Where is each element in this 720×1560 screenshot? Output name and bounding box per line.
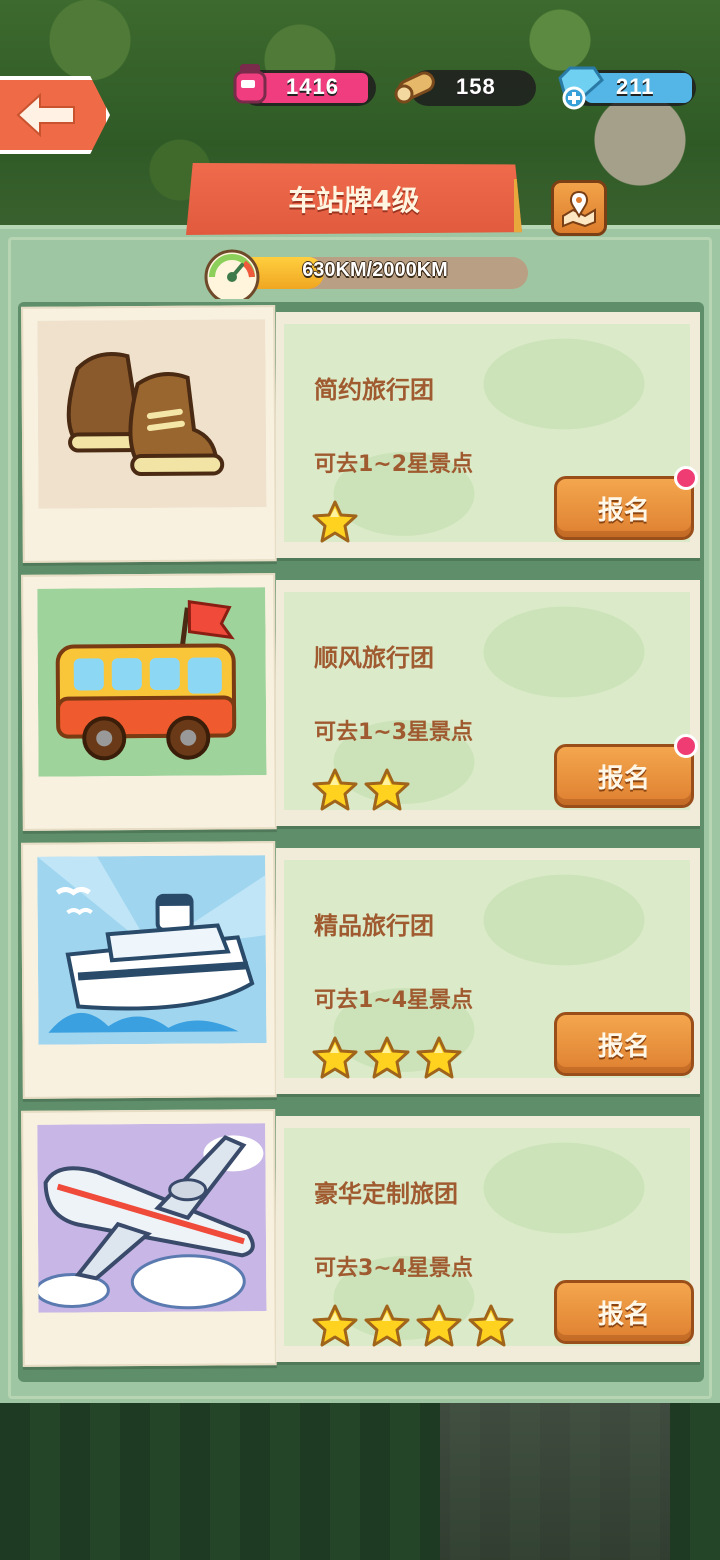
bus-icon xyxy=(37,587,267,777)
star-rating xyxy=(312,500,358,544)
back-arrow-icon xyxy=(16,93,75,137)
ink-count: 1416 xyxy=(286,74,339,99)
star-icon xyxy=(312,1036,358,1079)
airplane-icon xyxy=(37,1123,267,1313)
wood-resource: 158 xyxy=(394,70,536,106)
join-button-label: 报名 xyxy=(597,1031,650,1062)
join-button[interactable]: 报名 xyxy=(554,1012,694,1076)
tour-info: 豪华定制旅团 可去3~4星景点报名 xyxy=(276,1116,700,1362)
tour-name: 简约旅行团 xyxy=(314,376,434,404)
tour-info: 简约旅行团可去1~2星景点报名 xyxy=(276,312,700,558)
notification-dot xyxy=(674,734,698,758)
wood-count: 158 xyxy=(456,74,496,99)
tour-photo xyxy=(21,305,277,563)
tour-card: 简约旅行团可去1~2星景点报名 xyxy=(21,305,702,564)
speed-gauge-icon xyxy=(204,249,260,299)
title-banner: 车站牌4级 xyxy=(186,163,522,235)
tour-card: 顺风旅行团可去1~3星景点报名 xyxy=(21,573,702,832)
star-icon xyxy=(364,1036,410,1079)
star-icon xyxy=(416,1304,462,1347)
tour-photo xyxy=(21,573,277,831)
join-button-label: 报名 xyxy=(597,763,650,794)
tour-description: 可去1~4星景点 xyxy=(314,988,474,1013)
map-pin-icon xyxy=(562,190,596,228)
join-button[interactable]: 报名 xyxy=(554,744,694,808)
ink-resource: 1416 xyxy=(233,64,376,106)
join-button-label: 报名 xyxy=(597,1299,650,1330)
star-icon xyxy=(364,1304,410,1347)
star-rating xyxy=(312,768,410,812)
tour-info: 顺风旅行团可去1~3星景点报名 xyxy=(276,580,700,826)
ink-bottle-icon xyxy=(233,64,267,104)
gem-count: 211 xyxy=(616,74,655,99)
distance-progress: 630KM/2000KM xyxy=(200,247,530,299)
map-button[interactable] xyxy=(551,180,607,236)
tour-photo xyxy=(21,841,277,1099)
tour-description: 可去3~4星景点 xyxy=(314,1256,474,1281)
star-icon xyxy=(364,768,410,811)
star-icon xyxy=(312,500,358,543)
star-icon xyxy=(312,768,358,811)
boots-icon xyxy=(37,319,267,509)
star-icon xyxy=(416,1036,462,1079)
tour-name: 精品旅行团 xyxy=(314,912,434,940)
tour-card: 精品旅行团可去1~4星景点报名 xyxy=(21,841,702,1100)
join-button[interactable]: 报名 xyxy=(554,1280,694,1344)
tour-info: 精品旅行团可去1~4星景点报名 xyxy=(276,848,700,1094)
wood-log-icon xyxy=(394,71,435,104)
gem-icon xyxy=(558,66,604,110)
join-button-label: 报名 xyxy=(597,495,650,526)
star-rating xyxy=(312,1036,462,1080)
notification-dot xyxy=(674,466,698,490)
tour-name: 顺风旅行团 xyxy=(314,644,434,672)
star-rating xyxy=(312,1304,514,1348)
tour-photo xyxy=(21,1109,277,1367)
tour-description: 可去1~3星景点 xyxy=(314,720,474,745)
gem-resource[interactable]: 211 xyxy=(558,66,696,110)
back-button[interactable] xyxy=(0,76,110,154)
page-title: 车站牌4级 xyxy=(288,184,420,217)
tour-description: 可去1~2星景点 xyxy=(314,452,474,477)
star-icon xyxy=(468,1304,514,1347)
tour-name: 豪华定制旅团 xyxy=(314,1180,458,1208)
ship-icon xyxy=(37,855,267,1045)
tour-card: 豪华定制旅团 可去3~4星景点报名 xyxy=(21,1109,702,1368)
star-icon xyxy=(312,1304,358,1347)
progress-label: 630KM/2000KM xyxy=(302,259,448,281)
join-button[interactable]: 报名 xyxy=(554,476,694,540)
background-forest xyxy=(0,1400,720,1560)
